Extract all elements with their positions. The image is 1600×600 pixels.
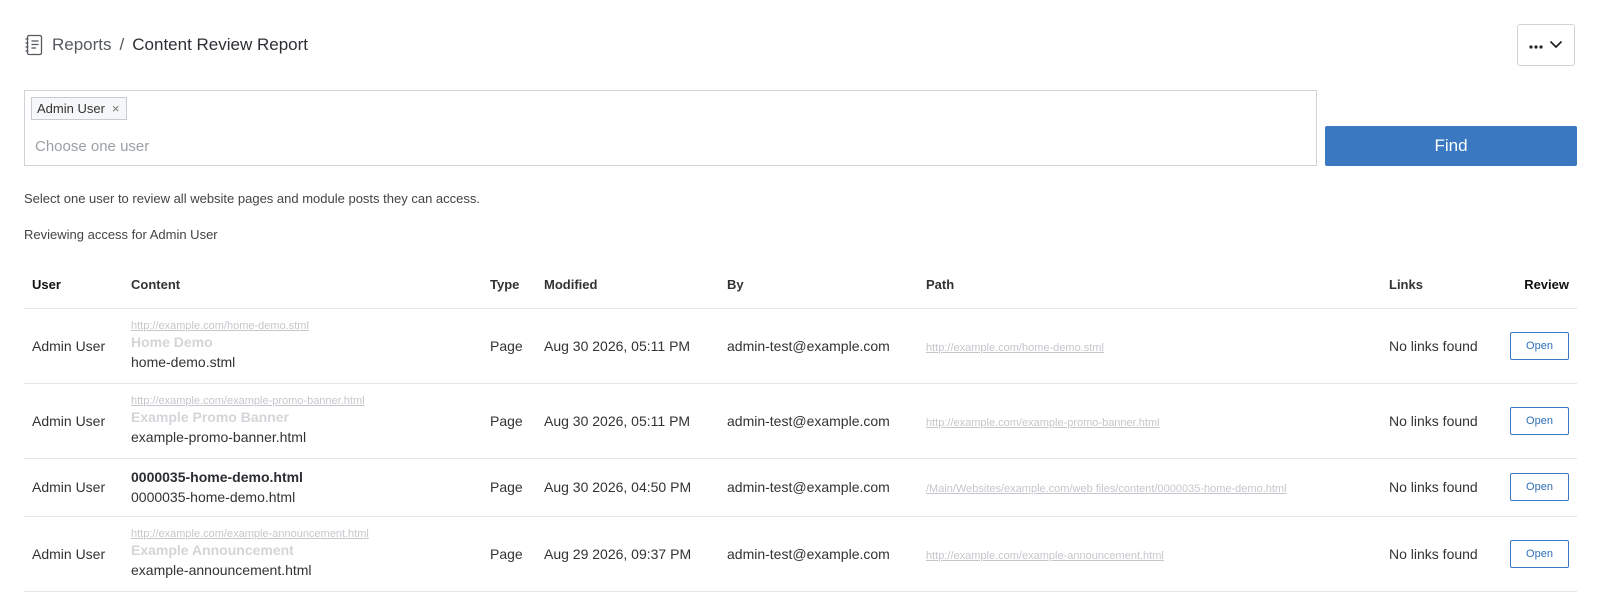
path-link[interactable]: http://example.com/home-demo.stml [926, 342, 1104, 354]
cell-modified: Aug 30 2026, 05:11 PM [544, 383, 727, 459]
cell-modified: Aug 30 2026, 05:11 PM [544, 308, 727, 384]
open-review-button[interactable]: Open [1510, 331, 1569, 360]
content-url-link[interactable]: http://example.com/home-demo.stml [131, 320, 490, 333]
column-header-modified[interactable]: Modified [544, 262, 727, 309]
cell-review: Open [1507, 458, 1577, 517]
cell-links: No links found [1389, 516, 1507, 592]
page-title: Content Review Report [132, 35, 309, 54]
open-review-button[interactable]: Open [1510, 539, 1569, 568]
cell-review: Open [1507, 308, 1577, 384]
column-header-by[interactable]: By [727, 262, 926, 309]
content-review-table: User Content Type Modified By Path Links… [24, 262, 1577, 592]
cell-content: 0000035-home-demo.html 0000035-home-demo… [131, 458, 490, 517]
content-title: 0000035-home-demo.html [131, 468, 303, 485]
content-filename: example-announcement.html [131, 561, 312, 578]
content-filename: 0000035-home-demo.html [131, 488, 296, 505]
content-url-link[interactable]: http://example.com/example-announcement.… [131, 528, 490, 541]
breadcrumb-separator: / [119, 35, 125, 54]
cell-content: http://example.com/example-promo-banner.… [131, 383, 490, 459]
column-header-content[interactable]: Content [131, 262, 490, 309]
remove-chip-icon[interactable]: × [112, 101, 120, 116]
path-link[interactable]: http://example.com/example-announcement.… [926, 550, 1164, 562]
path-link[interactable]: http://example.com/example-promo-banner.… [926, 417, 1160, 429]
content-url-link[interactable]: http://example.com/example-promo-banner.… [131, 395, 490, 408]
column-header-user[interactable]: User [24, 262, 131, 309]
cell-type: Page [490, 516, 544, 592]
cell-user: Admin User [24, 308, 131, 384]
open-review-button[interactable]: Open [1510, 473, 1569, 501]
content-title: Example Announcement [131, 541, 294, 558]
cell-user: Admin User [24, 516, 131, 592]
cell-path: http://example.com/example-promo-banner.… [926, 383, 1389, 459]
chevron-down-icon [1549, 36, 1563, 54]
cell-content: http://example.com/home-demo.stml Home D… [131, 308, 490, 384]
content-title: Example Promo Banner [131, 408, 289, 425]
cell-path: http://example.com/home-demo.stml [926, 308, 1389, 384]
cell-by: admin-test@example.com [727, 308, 926, 384]
path-link[interactable]: /Main/Websites/example.com/web files/con… [926, 483, 1287, 495]
user-select-field[interactable]: Admin User × [24, 90, 1317, 166]
column-header-path[interactable]: Path [926, 262, 1389, 309]
breadcrumb-reports-link[interactable]: Reports [52, 35, 112, 55]
cell-links: No links found [1389, 383, 1507, 459]
cell-type: Page [490, 458, 544, 517]
more-dots-icon [1529, 36, 1543, 54]
column-header-review[interactable]: Review [1507, 262, 1577, 309]
cell-by: admin-test@example.com [727, 516, 926, 592]
table-row: Admin User http://example.com/example-an… [24, 516, 1577, 592]
cell-by: admin-test@example.com [727, 383, 926, 459]
table-row: Admin User http://example.com/example-pr… [24, 383, 1577, 459]
table-row: Admin User 0000035-home-demo.html 000003… [24, 458, 1577, 517]
cell-user: Admin User [24, 458, 131, 517]
content-filename: example-promo-banner.html [131, 428, 307, 445]
cell-review: Open [1507, 383, 1577, 459]
cell-modified: Aug 29 2026, 09:37 PM [544, 516, 727, 592]
breadcrumb: Reports / Content Review Report [24, 34, 308, 56]
cell-user: Admin User [24, 383, 131, 459]
selected-user-chip-label: Admin User [37, 101, 105, 116]
column-header-links[interactable]: Links [1389, 262, 1507, 309]
open-review-button[interactable]: Open [1510, 406, 1569, 435]
content-filename: home-demo.stml [131, 353, 236, 370]
cell-by: admin-test@example.com [727, 458, 926, 517]
table-row: Admin User http://example.com/home-demo.… [24, 308, 1577, 384]
cell-path: http://example.com/example-announcement.… [926, 516, 1389, 592]
column-header-type[interactable]: Type [490, 262, 544, 309]
cell-modified: Aug 30 2026, 04:50 PM [544, 458, 727, 517]
reviewing-status: Reviewing access for Admin User [24, 227, 218, 242]
report-document-icon [24, 34, 44, 56]
cell-links: No links found [1389, 458, 1507, 517]
more-actions-button[interactable] [1517, 24, 1575, 66]
selected-user-chip: Admin User × [31, 97, 127, 120]
table-header-row: User Content Type Modified By Path Links… [24, 262, 1577, 309]
find-button[interactable]: Find [1325, 126, 1577, 166]
content-title: Home Demo [131, 333, 213, 350]
cell-links: No links found [1389, 308, 1507, 384]
cell-review: Open [1507, 516, 1577, 592]
cell-type: Page [490, 383, 544, 459]
cell-path: /Main/Websites/example.com/web files/con… [926, 458, 1389, 517]
user-search-input[interactable] [35, 135, 635, 157]
cell-type: Page [490, 308, 544, 384]
helper-text: Select one user to review all website pa… [24, 191, 480, 206]
cell-content: http://example.com/example-announcement.… [131, 516, 490, 592]
